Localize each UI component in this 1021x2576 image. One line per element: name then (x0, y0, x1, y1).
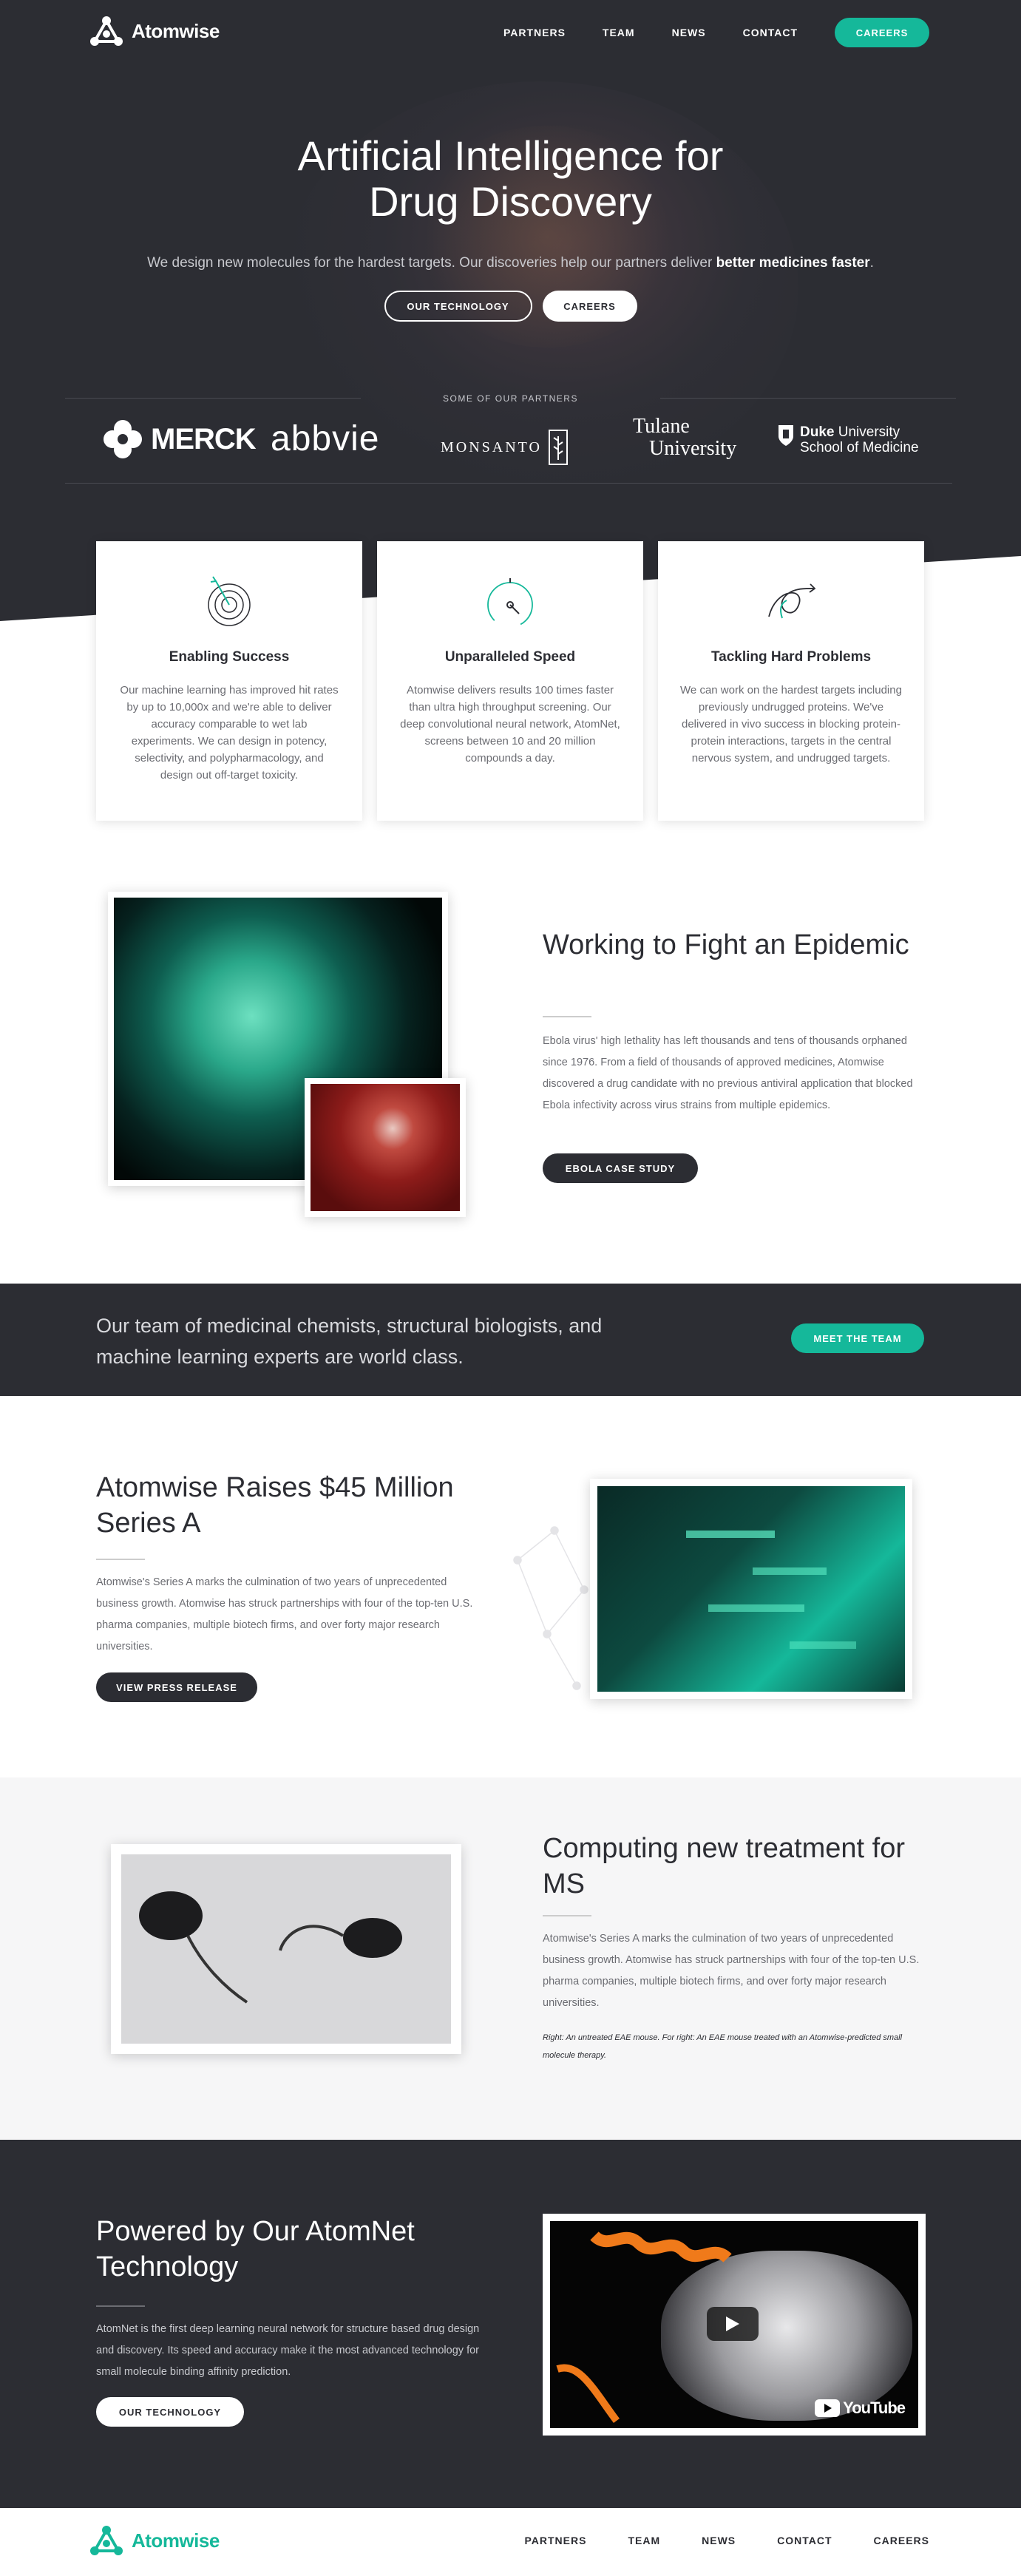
footer-news[interactable]: NEWS (702, 2526, 736, 2555)
feature-text: Atomwise delivers results 100 times fast… (400, 684, 620, 765)
feature-title: Unparalleled Speed (444, 649, 576, 665)
atomnet-technology-button[interactable]: OUR TECHNOLOGY (96, 2397, 244, 2427)
ms-caption: Right: An untreated EAE mouse. For right… (543, 2033, 903, 2060)
feature-text: We can work on the hardest targets inclu… (680, 684, 902, 765)
tangled-arrow-icon (768, 583, 816, 619)
feature-title: Enabling Success (169, 649, 290, 665)
series-a-title: Atomwise Raises $45 Million Series A (96, 1472, 454, 1539)
footer-careers[interactable]: CAREERS (874, 2526, 929, 2555)
mice-image (121, 1854, 451, 2044)
epidemic-rule (543, 1016, 591, 1017)
feature-text: Our machine learning has improved hit ra… (120, 684, 339, 782)
video-frame: YouTube (543, 2214, 926, 2436)
target-icon (208, 576, 251, 626)
epidemic-text: Ebola virus' high lethality has left tho… (543, 1035, 913, 1111)
team-band: Our team of medicinal chemists, structur… (0, 1284, 1021, 1396)
atomwise-logo-icon (90, 2526, 123, 2555)
meet-the-team-button[interactable]: MEET THE TEAM (791, 1323, 924, 1353)
footer-contact[interactable]: CONTACT (777, 2526, 832, 2555)
ebola-case-study-button[interactable]: EBOLA CASE STUDY (543, 1153, 698, 1183)
atomnet-rule (96, 2305, 145, 2307)
feature-card-hard-problems: Tackling Hard Problems We can work on th… (658, 541, 924, 821)
ebola-virus-image (311, 1084, 460, 1211)
hero-slant-divider (0, 556, 1021, 636)
play-icon (726, 2316, 739, 2331)
mice-image-frame (111, 1844, 461, 2054)
data-visual-image (597, 1486, 905, 1692)
ms-text: Atomwise's Series A marks the culminatio… (543, 1933, 920, 2009)
youtube-logo[interactable]: YouTube (815, 2399, 906, 2418)
youtube-wordmark: YouTube (843, 2399, 906, 2417)
data-visual-frame (590, 1479, 912, 1699)
play-button[interactable] (707, 2307, 759, 2341)
feature-card-success: Enabling Success Our machine learning ha… (96, 541, 362, 821)
footer-logo[interactable]: Atomwise (89, 2524, 220, 2557)
team-text: Our team of medicinal chemists, structur… (96, 1315, 603, 1368)
footer-links: PARTNERS TEAM NEWS CONTACT CAREERS (483, 2526, 929, 2555)
ms-rule (543, 1915, 591, 1916)
footer-team[interactable]: TEAM (628, 2526, 660, 2555)
feature-card-speed: Unparalleled Speed Atomwise delivers res… (377, 541, 643, 821)
series-a-rule (96, 1559, 145, 1560)
atomnet-text: AtomNet is the first deep learning neura… (96, 2323, 480, 2378)
footer-partners[interactable]: PARTNERS (524, 2526, 586, 2555)
speedometer-icon (487, 578, 533, 628)
atomnet-section: Powered by Our AtomNet Technology AtomNe… (0, 2140, 1021, 2508)
feature-title: Tackling Hard Problems (710, 649, 872, 665)
ebola-image-frame (305, 1078, 466, 1217)
footer-logo-text: Atomwise (132, 2529, 220, 2552)
ms-title: Computing new treatment for MS (543, 1833, 906, 1899)
atomnet-title: Powered by Our AtomNet Technology (96, 2216, 415, 2282)
view-press-release-button[interactable]: VIEW PRESS RELEASE (96, 1672, 257, 1702)
epidemic-title: Working to Fight an Epidemic (543, 929, 909, 960)
series-a-text: Atomwise's Series A marks the culminatio… (96, 1576, 473, 1653)
youtube-icon (815, 2399, 841, 2417)
ms-section: Computing new treatment for MS Atomwise'… (0, 1777, 1021, 2140)
footer: Atomwise PARTNERS TEAM NEWS CONTACT CARE… (0, 2508, 1021, 2576)
video-player[interactable]: YouTube (550, 2221, 918, 2428)
hero-section: Atomwise PARTNERS TEAM NEWS CONTACT CARE… (0, 0, 1021, 636)
